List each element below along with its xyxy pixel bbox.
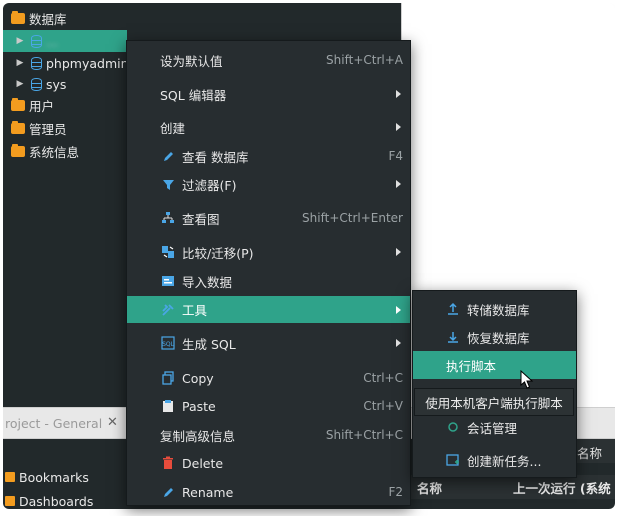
menu-item-generate-sql[interactable]: SQL 生成 SQL bbox=[127, 330, 410, 356]
project-list: Bookmarks Dashboards bbox=[3, 439, 127, 509]
submenu-arrow-icon bbox=[396, 248, 401, 256]
import-icon bbox=[160, 273, 176, 289]
list-item-dashboards[interactable]: Dashboards bbox=[5, 491, 93, 509]
menu-item-delete[interactable]: Delete bbox=[127, 450, 410, 476]
database-icon bbox=[31, 56, 42, 70]
submenu-item-create-task[interactable]: 创建新任务... bbox=[413, 446, 576, 474]
submenu-arrow-icon bbox=[396, 305, 401, 314]
paste-icon bbox=[160, 398, 176, 414]
menu-item-paste[interactable]: Paste Ctrl+V bbox=[127, 393, 410, 419]
column-header-name[interactable]: 名称 bbox=[417, 478, 442, 497]
database-icon bbox=[31, 34, 42, 48]
submenu-arrow-icon bbox=[396, 90, 401, 98]
user-folder-icon bbox=[11, 97, 25, 111]
session-icon bbox=[445, 419, 461, 435]
menu-item-view-database[interactable]: 查看 数据库 F4 bbox=[127, 143, 410, 169]
menu-item-copy-advanced[interactable]: 复制高级信息 Shift+Ctrl+C bbox=[127, 422, 410, 448]
rename-icon bbox=[160, 484, 176, 500]
menu-item-filter[interactable]: 过滤器(F) bbox=[127, 171, 410, 197]
tree-item-databases[interactable]: 数据库 bbox=[11, 7, 67, 29]
right-column-header: 名称 bbox=[577, 446, 603, 461]
submenu-item-dump-database[interactable]: 转储数据库 bbox=[413, 295, 576, 323]
context-menu: 设为默认值 Shift+Ctrl+A SQL 编辑器 创建 查看 数据库 F4 … bbox=[126, 40, 411, 506]
tools-icon bbox=[160, 302, 176, 318]
tools-submenu: 转储数据库 恢复数据库 执行脚本 会话管理 创建新任务... bbox=[412, 290, 577, 478]
filter-icon bbox=[160, 176, 176, 192]
tree-item-selected-database[interactable]: ▶ ... bbox=[3, 30, 127, 52]
database-folder-icon bbox=[11, 10, 25, 24]
tree-item-users[interactable]: 用户 bbox=[11, 94, 54, 116]
database-icon bbox=[31, 77, 42, 91]
tree-item-sys[interactable]: ▶ sys bbox=[3, 73, 67, 95]
submenu-item-execute-script[interactable]: 执行脚本 bbox=[413, 351, 576, 379]
expand-arrow-icon[interactable]: ▶ bbox=[15, 58, 25, 68]
pencil-icon bbox=[160, 148, 176, 164]
new-task-icon bbox=[445, 452, 461, 468]
admin-folder-icon bbox=[11, 120, 25, 134]
dashboards-icon bbox=[5, 496, 15, 506]
diagram-icon bbox=[160, 210, 176, 226]
menu-item-create[interactable]: 创建 bbox=[127, 114, 410, 140]
submenu-item-restore-database[interactable]: 恢复数据库 bbox=[413, 323, 576, 351]
submenu-item-session-manager[interactable]: 会话管理 bbox=[413, 413, 576, 441]
submenu-arrow-icon bbox=[396, 339, 401, 347]
menu-item-sql-editor[interactable]: SQL 编辑器 bbox=[127, 81, 410, 107]
dump-icon bbox=[445, 301, 461, 317]
bookmarks-icon bbox=[5, 472, 15, 482]
close-icon[interactable]: ✕ bbox=[107, 415, 118, 430]
expand-arrow-icon[interactable]: ▶ bbox=[15, 79, 25, 89]
menu-item-tools[interactable]: 工具 bbox=[127, 296, 410, 323]
menu-item-rename[interactable]: Rename F2 bbox=[127, 479, 410, 505]
menu-item-view-diagram[interactable]: 查看图 Shift+Ctrl+Enter bbox=[127, 205, 410, 231]
expand-arrow-icon[interactable]: ▶ bbox=[15, 36, 25, 46]
compare-icon bbox=[160, 244, 176, 260]
delete-icon bbox=[160, 455, 176, 471]
menu-item-compare-migrate[interactable]: 比较/迁移(P) bbox=[127, 239, 410, 265]
list-item-bookmarks[interactable]: Bookmarks bbox=[5, 467, 89, 487]
tree-item-system-info[interactable]: 系统信息 bbox=[11, 140, 79, 162]
obscured-database-name: ... bbox=[46, 33, 58, 49]
submenu-arrow-icon bbox=[396, 123, 401, 131]
copy-icon bbox=[160, 370, 176, 386]
menu-item-import-data[interactable]: 导入数据 bbox=[127, 268, 410, 294]
mouse-cursor-icon bbox=[520, 370, 534, 389]
sql-icon: SQL bbox=[160, 335, 176, 351]
tooltip: 使用本机客户端执行脚本 bbox=[414, 388, 574, 416]
restore-icon bbox=[445, 329, 461, 345]
tree-item-phpmyadmin[interactable]: ▶ phpmyadmin bbox=[3, 52, 129, 74]
submenu-arrow-icon bbox=[396, 180, 401, 188]
info-folder-icon bbox=[11, 143, 25, 157]
menu-item-copy[interactable]: Copy Ctrl+C bbox=[127, 365, 410, 391]
menu-item-set-default[interactable]: 设为默认值 Shift+Ctrl+A bbox=[127, 47, 410, 73]
column-header-last-run[interactable]: 上一次运行 (系统 bbox=[513, 478, 611, 497]
svg-text:SQL: SQL bbox=[162, 341, 175, 348]
project-tab-label: roject - General bbox=[5, 416, 103, 431]
tree-item-admins[interactable]: 管理员 bbox=[11, 117, 67, 139]
